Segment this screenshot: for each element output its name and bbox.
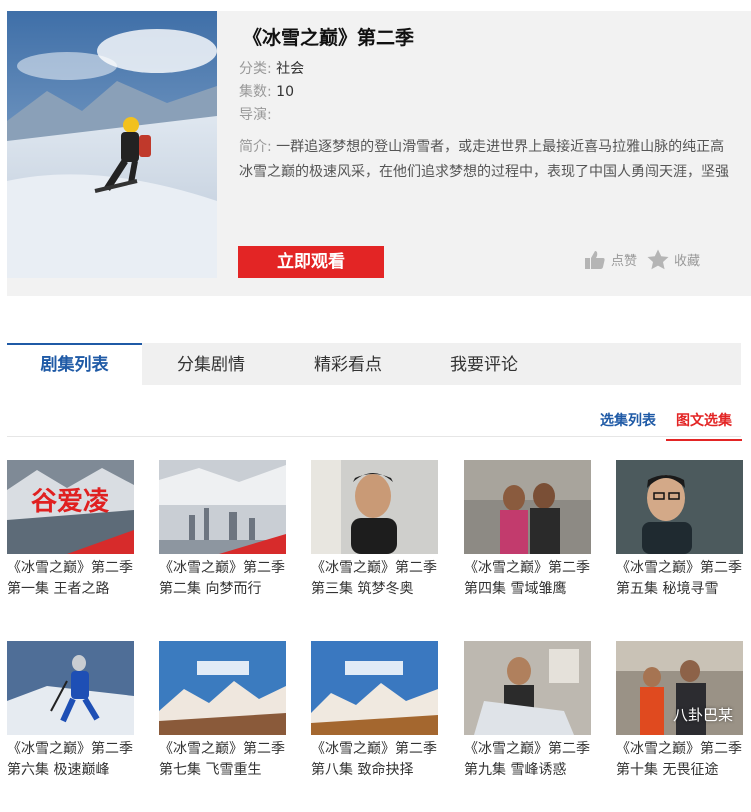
intro-label: 简介:	[239, 139, 272, 155]
tab-episode-list[interactable]: 剧集列表	[7, 343, 142, 385]
category-label: 分类:	[239, 61, 272, 77]
watermark: 八卦巴某	[673, 704, 733, 725]
episode-thumbnail[interactable]	[159, 641, 286, 735]
watermark-label: 八卦巴某	[672, 706, 733, 724]
episode-thumbnail[interactable]	[616, 460, 743, 554]
show-poster-image[interactable]	[7, 11, 217, 278]
intro-text-line2: 冰雪之巅的极速风采，在他们追求梦想的过程中，表现了中国人勇闯天涯，坚强	[239, 164, 729, 180]
episode-title[interactable]: 《冰雪之巅》第二季 第十集 无畏征途	[616, 739, 743, 781]
episode-title[interactable]: 《冰雪之巅》第二季 第三集 筑梦冬奥	[311, 558, 438, 600]
category-value: 社会	[276, 61, 305, 77]
category-row: 分类: 社会	[239, 58, 304, 78]
episode-title[interactable]: 《冰雪之巅》第二季 第四集 雪域雏鹰	[464, 558, 591, 600]
episode-card-1[interactable]: 谷爱凌 《冰雪之巅》第二季 第一集 王者之路	[7, 460, 134, 600]
episode-title[interactable]: 《冰雪之巅》第二季 第二集 向梦而行	[159, 558, 286, 600]
episode-card-3[interactable]: 《冰雪之巅》第二季 第三集 筑梦冬奥	[311, 460, 438, 600]
episode-card-7[interactable]: 《冰雪之巅》第二季 第七集 飞雪重生	[159, 641, 286, 781]
episode-thumbnail[interactable]	[464, 460, 591, 554]
episode-card-2[interactable]: 《冰雪之巅》第二季 第二集 向梦而行	[159, 460, 286, 600]
content-tabs: 剧集列表 分集剧情 精彩看点 我要评论	[7, 343, 741, 385]
episode-thumbnail[interactable]	[7, 641, 134, 735]
episode-thumbnail[interactable]	[311, 460, 438, 554]
thumbs-up-icon	[584, 250, 606, 270]
episode-card-10[interactable]: 八卦巴某 《冰雪之巅》第二季 第十集 无畏征途	[616, 641, 743, 781]
like-label: 点赞	[611, 254, 638, 269]
favorite-button[interactable]: 收藏	[647, 249, 700, 270]
intro-text-line1: 一群追逐梦想的登山滑雪者，或走进世界上最接近喜马拉雅山脉的纯正高	[276, 139, 725, 155]
like-button[interactable]: 点赞	[584, 250, 637, 270]
episode-card-5[interactable]: 《冰雪之巅》第二季 第五集 秘境寻雪	[616, 460, 743, 600]
director-label: 导演:	[239, 107, 272, 123]
thumbnail-overlay-text: 谷爱凌	[31, 487, 110, 517]
show-actions: 点赞 收藏	[584, 249, 700, 270]
episode-thumbnail[interactable]: 谷爱凌	[7, 460, 134, 554]
tab-episode-plots[interactable]: 分集剧情	[142, 343, 280, 385]
show-intro: 简介: 一群追逐梦想的登山滑雪者，或走进世界上最接近喜马拉雅山脉的纯正高 冰雪之…	[239, 135, 751, 187]
episode-card-4[interactable]: 《冰雪之巅》第二季 第四集 雪域雏鹰	[464, 460, 591, 600]
episode-thumbnail[interactable]	[464, 641, 591, 735]
episode-thumbnail[interactable]: 八卦巴某	[616, 641, 743, 735]
episode-title[interactable]: 《冰雪之巅》第二季 第六集 极速巅峰	[7, 739, 134, 781]
episode-title[interactable]: 《冰雪之巅》第二季 第八集 致命抉择	[311, 739, 438, 781]
episode-thumbnail[interactable]	[159, 460, 286, 554]
show-title: 《冰雪之巅》第二季	[243, 27, 415, 49]
tab-comments[interactable]: 我要评论	[416, 343, 552, 385]
episodes-label: 集数:	[239, 84, 272, 100]
episode-card-8[interactable]: 《冰雪之巅》第二季 第八集 致命抉择	[311, 641, 438, 781]
episode-thumbnail[interactable]	[311, 641, 438, 735]
favorite-label: 收藏	[674, 254, 701, 269]
episode-card-9[interactable]: 《冰雪之巅》第二季 第九集 雪峰诱惑	[464, 641, 591, 781]
episode-title[interactable]: 《冰雪之巅》第二季 第五集 秘境寻雪	[616, 558, 743, 600]
star-icon	[647, 249, 669, 270]
tab-highlights[interactable]: 精彩看点	[280, 343, 416, 385]
episodes-row: 集数: 10	[239, 81, 294, 101]
episodes-value: 10	[276, 84, 294, 100]
section-divider	[7, 436, 741, 437]
episode-title[interactable]: 《冰雪之巅》第二季 第七集 飞雪重生	[159, 739, 286, 781]
show-info-panel: 《冰雪之巅》第二季 分类: 社会 集数: 10 导演: 简介: 一群追逐梦想的登…	[7, 11, 751, 296]
episode-title[interactable]: 《冰雪之巅》第二季 第九集 雪峰诱惑	[464, 739, 591, 781]
episode-title[interactable]: 《冰雪之巅》第二季 第一集 王者之路	[7, 558, 134, 600]
watch-now-button[interactable]: 立即观看	[238, 246, 384, 278]
director-row: 导演:	[239, 104, 272, 124]
episode-card-6[interactable]: 《冰雪之巅》第二季 第六集 极速巅峰	[7, 641, 134, 781]
